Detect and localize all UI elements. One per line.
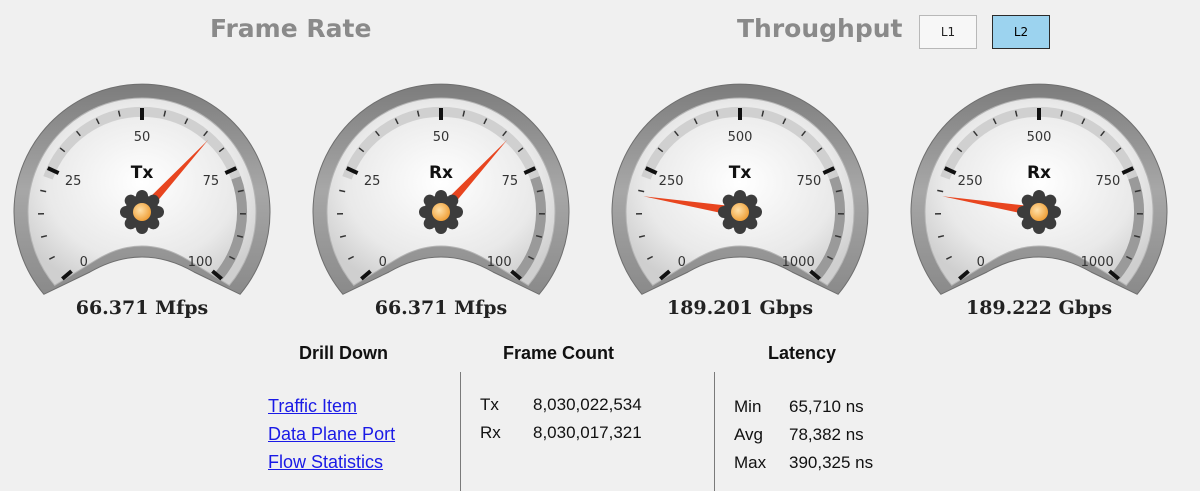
- gauge-center-label: Rx: [429, 163, 453, 183]
- gauge-dial: 0 25 50 75 100 Tx: [13, 83, 271, 295]
- gauge-tick-label: 25: [65, 174, 82, 189]
- gauge-hub-icon: [718, 190, 762, 234]
- frame-count-tx-value: 8,030,022,534: [533, 395, 642, 414]
- gauge-tick-label: 25: [364, 174, 381, 189]
- column-divider: [714, 372, 715, 491]
- gauge-throughput-tx: 0 250 500 750 1000 Tx: [610, 82, 870, 302]
- frame-count-rx-value: 8,030,017,321: [533, 423, 642, 442]
- gauge-frame-rate-rx: 0 25 50 75 100 Rx: [311, 82, 571, 302]
- gauge-frame-rate-tx: 0 25 50 75 100 Tx: [12, 82, 272, 302]
- gauge-center-label: Tx: [729, 163, 752, 183]
- frame-rate-tx-readout: 66.371 Mfps: [75, 297, 209, 319]
- throughput-title: Throughput: [737, 14, 903, 43]
- gauge-tick-label: 1000: [782, 255, 815, 270]
- gauge-hub-icon: [1017, 190, 1061, 234]
- gauge-dial: 0 250 500 750 1000 Tx: [611, 83, 869, 295]
- l1-toggle-button[interactable]: L1: [919, 15, 977, 49]
- latency-avg-label: Avg: [734, 425, 763, 444]
- gauge-tick-label: 50: [134, 130, 151, 145]
- gauge-tick-label: 500: [1027, 130, 1052, 145]
- gauge-dial: 0 25 50 75 100 Rx: [312, 83, 570, 295]
- gauge-tick-label: 100: [188, 255, 213, 270]
- gauge-tick-label: 0: [678, 255, 686, 270]
- gauge-tick-label: 500: [728, 130, 753, 145]
- column-divider: [460, 372, 461, 491]
- throughput-tx-readout: 189.201 Gbps: [666, 297, 814, 319]
- gauge-dial: 0 250 500 750 1000 Rx: [910, 83, 1168, 295]
- latency-min-label: Min: [734, 397, 762, 416]
- gauge-center-label: Rx: [1027, 163, 1051, 183]
- gauge-tick-label: 750: [796, 174, 821, 189]
- latency-max-label: Max: [734, 453, 767, 472]
- gauge-tick-label: 750: [1095, 174, 1120, 189]
- latency-max-value: 390,325 ns: [789, 453, 874, 472]
- frame-rate-title: Frame Rate: [210, 14, 372, 43]
- gauge-tick-label: 75: [502, 174, 519, 189]
- gauge-tick-label: 250: [958, 174, 983, 189]
- data-plane-port-link[interactable]: Data Plane Port: [268, 424, 395, 445]
- gauge-tick-label: 250: [659, 174, 684, 189]
- gauge-center-label: Tx: [131, 163, 154, 183]
- gauge-hub-icon: [120, 190, 164, 234]
- l2-toggle-button[interactable]: L2: [992, 15, 1050, 49]
- throughput-rx-readout: 189.222 Gbps: [965, 297, 1113, 319]
- frame-count-tx-label: Tx: [480, 395, 499, 414]
- gauge-tick-label: 100: [487, 255, 512, 270]
- gauge-hub-icon: [419, 190, 463, 234]
- gauge-tick-label: 1000: [1081, 255, 1114, 270]
- latency-avg-value: 78,382 ns: [789, 425, 864, 444]
- frame-count-header: Frame Count: [503, 343, 615, 363]
- latency-header: Latency: [768, 343, 837, 363]
- frame-rate-rx-readout: 66.371 Mfps: [374, 297, 508, 319]
- gauge-tick-label: 0: [977, 255, 985, 270]
- traffic-item-link[interactable]: Traffic Item: [268, 396, 357, 417]
- drill-down-header: Drill Down: [299, 343, 388, 363]
- latency-min-value: 65,710 ns: [789, 397, 864, 416]
- gauge-tick-label: 50: [433, 130, 450, 145]
- gauge-tick-label: 75: [203, 174, 220, 189]
- gauge-tick-label: 0: [80, 255, 88, 270]
- gauge-tick-label: 0: [379, 255, 387, 270]
- gauge-throughput-rx: 0 250 500 750 1000 Rx: [909, 82, 1169, 302]
- frame-count-rx-label: Rx: [480, 423, 501, 442]
- flow-statistics-link[interactable]: Flow Statistics: [268, 452, 383, 473]
